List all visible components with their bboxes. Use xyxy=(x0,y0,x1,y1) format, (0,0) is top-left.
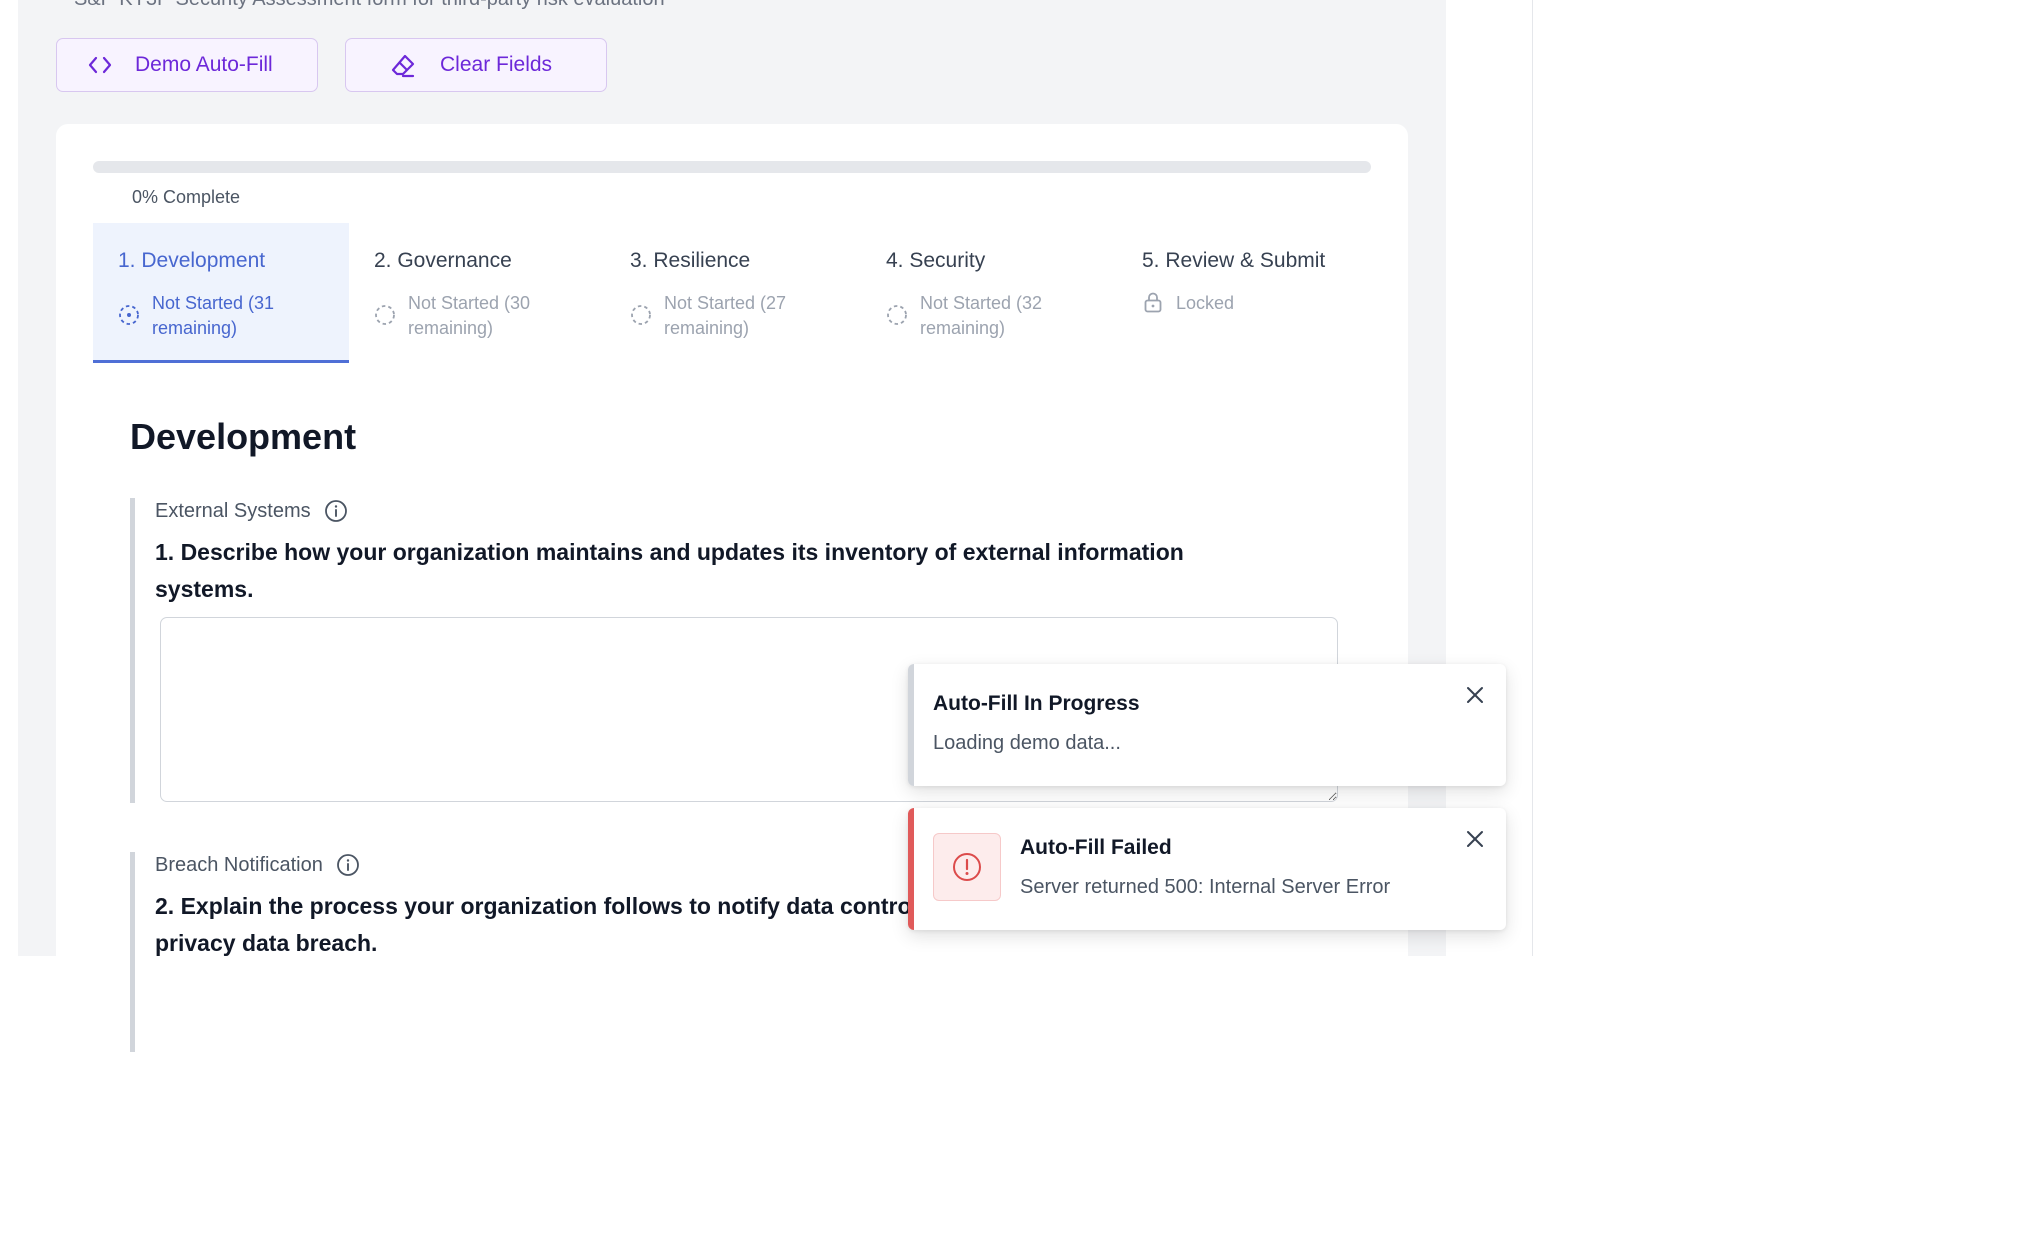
tab-governance[interactable]: 2. Governance Not Started (30 remaining) xyxy=(349,223,605,363)
tab-title: 4. Security xyxy=(886,249,986,272)
dashed-circle-icon xyxy=(118,304,140,326)
tab-status: Not Started (27 remaining) xyxy=(630,291,850,341)
tab-status-text: Not Started (31 remaining) xyxy=(152,293,275,338)
toast-message: Loading demo data... xyxy=(933,732,1121,754)
tab-development[interactable]: 1. Development Not Started (31 remaining… xyxy=(93,223,349,363)
dashed-circle-icon xyxy=(886,304,908,326)
progress-label: 0% Complete xyxy=(132,187,241,207)
tab-status: Not Started (32 remaining) xyxy=(886,291,1106,341)
dashed-circle-icon xyxy=(630,304,652,326)
tab-status: Locked xyxy=(1142,291,1362,316)
tab-resilience[interactable]: 3. Resilience Not Started (27 remaining) xyxy=(605,223,861,363)
close-icon[interactable] xyxy=(1464,684,1486,706)
question-category-label: External Systems xyxy=(155,499,311,522)
tab-status-text: Not Started (32 remaining) xyxy=(920,293,1043,338)
toast-accent-bar xyxy=(908,808,914,930)
question-category-label: Breach Notification xyxy=(155,853,323,876)
demo-autofill-label: Demo Auto-Fill xyxy=(135,53,273,76)
alert-circle-icon xyxy=(951,851,983,883)
toast-autofill-failed: Auto-Fill Failed Server returned 500: In… xyxy=(908,808,1506,930)
tab-security[interactable]: 4. Security Not Started (32 remaining) xyxy=(861,223,1117,363)
tab-status-text: Locked xyxy=(1176,293,1235,313)
section-tabs: 1. Development Not Started (31 remaining… xyxy=(93,223,1371,363)
tab-status: Not Started (30 remaining) xyxy=(374,291,594,341)
question-category: External Systems xyxy=(155,498,1350,524)
progress-bar xyxy=(93,161,1371,173)
divider xyxy=(1532,0,1533,956)
tab-status-text: Not Started (30 remaining) xyxy=(408,293,531,338)
clear-fields-label: Clear Fields xyxy=(440,53,553,76)
page-subtitle: S&P KY3P Security Assessment form for th… xyxy=(74,0,665,11)
section-title: Development xyxy=(130,416,357,457)
close-icon[interactable] xyxy=(1464,828,1486,850)
info-icon[interactable] xyxy=(324,499,348,523)
tab-title: 2. Governance xyxy=(374,249,512,272)
tab-title: 3. Resilience xyxy=(630,249,751,272)
tab-status-text: Not Started (27 remaining) xyxy=(664,293,787,338)
dashed-circle-icon xyxy=(374,304,396,326)
tab-review-submit[interactable]: 5. Review & Submit Locked xyxy=(1117,223,1373,363)
toast-autofill-progress: Auto-Fill In Progress Loading demo data.… xyxy=(908,664,1506,786)
toast-title: Auto-Fill Failed xyxy=(1020,836,1172,859)
tab-title: 1. Development xyxy=(118,249,266,272)
error-badge xyxy=(933,833,1001,901)
tab-title: 5. Review & Submit xyxy=(1142,249,1326,272)
demo-autofill-button[interactable]: Demo Auto-Fill xyxy=(56,38,318,92)
clear-fields-button[interactable]: Clear Fields xyxy=(345,38,607,92)
question-text: 1. Describe how your organization mainta… xyxy=(155,539,1184,602)
lock-icon xyxy=(1142,291,1164,313)
toast-accent-bar xyxy=(908,664,914,786)
code-brackets-icon xyxy=(87,52,113,78)
toast-title: Auto-Fill In Progress xyxy=(933,692,1140,715)
eraser-icon xyxy=(390,52,416,78)
tab-status: Not Started (31 remaining) xyxy=(118,291,338,341)
info-icon[interactable] xyxy=(336,853,360,877)
toast-message: Server returned 500: Internal Server Err… xyxy=(1020,876,1391,898)
